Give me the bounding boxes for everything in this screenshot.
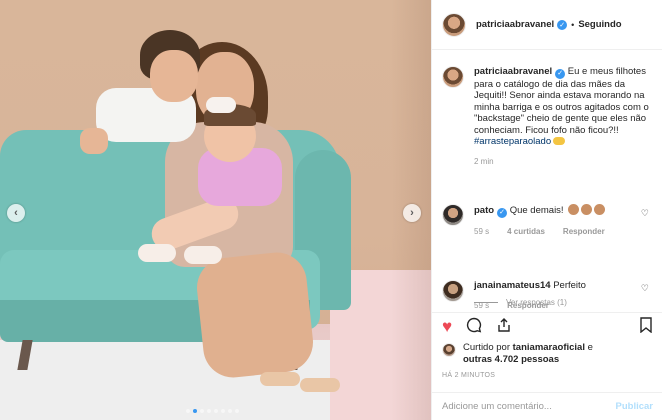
caption-meta: 2 min — [474, 156, 650, 168]
add-comment-bar: Publicar — [432, 392, 662, 420]
share-icon[interactable] — [496, 317, 512, 336]
post-username[interactable]: patriciaabravanel — [476, 19, 554, 30]
clapping-hands-icon — [568, 204, 580, 215]
post-side-panel: patriciaabravanel ✓ • Seguindo patriciaa… — [431, 0, 662, 420]
chevron-left-icon: ‹ — [14, 207, 18, 219]
verified-badge-icon: ✓ — [497, 207, 508, 218]
pointing-hand-icon — [553, 137, 566, 146]
comments-list[interactable]: patriciaabravanel ✓ Eu e meus filhotes pa… — [432, 50, 662, 312]
verified-badge-icon: ✓ — [557, 19, 568, 30]
comment-item: pato ✓ Que demais! 59 s 4 curtidas Respon… — [442, 204, 650, 237]
bookmark-icon[interactable] — [639, 317, 653, 336]
caption-hashtag[interactable]: #arrasteparaolado — [474, 136, 551, 147]
verified-badge-icon: ✓ — [555, 68, 566, 79]
action-bar: ♥ — [432, 312, 662, 340]
carousel-prev-button[interactable]: ‹ — [7, 204, 25, 222]
comment-meta: 59 s Responder — [474, 300, 650, 312]
carousel-dot — [235, 409, 239, 413]
post-photo[interactable]: ‹ › — [0, 0, 431, 420]
following-button[interactable]: Seguindo — [578, 19, 621, 30]
avatar[interactable] — [442, 204, 464, 226]
caption-username[interactable]: patriciaabravanel — [474, 66, 552, 77]
comment-item: janainamateus14 Perfeito 59 s Responder — [442, 280, 650, 311]
carousel-dot — [207, 409, 211, 413]
carousel-indicator — [186, 409, 239, 413]
comment-username[interactable]: janainamateus14 — [474, 280, 551, 291]
caption-time[interactable]: 2 min — [474, 156, 494, 168]
clapping-hands-icon — [594, 204, 606, 215]
comment-input[interactable] — [442, 401, 616, 412]
post-header: patriciaabravanel ✓ • Seguindo — [432, 0, 662, 50]
header-separator: • — [571, 19, 575, 30]
baby-shoe — [184, 246, 222, 264]
carousel-dot — [221, 409, 225, 413]
comment-meta: 59 s 4 curtidas Responder — [474, 226, 650, 238]
baby-bow — [206, 97, 236, 113]
clapping-hands-icon — [581, 204, 593, 215]
liked-by-prefix: Curtido por — [463, 342, 510, 353]
avatar[interactable] — [442, 280, 464, 302]
comment-heart-icon[interactable]: ♡ — [641, 208, 649, 219]
carousel-dot — [186, 409, 190, 413]
woman-legs — [194, 249, 316, 381]
publish-button[interactable]: Publicar — [616, 401, 654, 412]
reply-button[interactable]: Responder — [563, 226, 605, 238]
post-timestamp[interactable]: HÁ 2 MINUTOS — [442, 372, 495, 379]
carousel-dot — [214, 409, 218, 413]
avatar[interactable] — [442, 12, 466, 37]
comment-time[interactable]: 59 s — [474, 226, 489, 238]
comment-username[interactable]: pato — [474, 205, 494, 216]
woman-shoe — [260, 372, 300, 386]
comment-text: Perfeito — [553, 280, 586, 291]
comment-heart-icon[interactable]: ♡ — [641, 283, 649, 294]
chevron-right-icon: › — [410, 207, 414, 219]
carousel-dot — [228, 409, 232, 413]
baby-shoe — [138, 244, 176, 262]
likes-summary: Curtido por taniamaraoficial e outras 4.… — [442, 342, 593, 365]
woman-shoe — [300, 378, 340, 392]
comment-time[interactable]: 59 s — [474, 300, 489, 312]
liked-by-others[interactable]: outras 4.702 pessoas — [463, 354, 559, 365]
avatar[interactable] — [442, 343, 456, 357]
liked-by-user[interactable]: taniamaraoficial — [513, 342, 585, 353]
reply-button[interactable]: Responder — [507, 300, 549, 312]
liked-by-and: e — [587, 342, 593, 353]
carousel-dot — [193, 409, 197, 413]
comment-likes[interactable]: 4 curtidas — [507, 226, 545, 238]
boy-face — [150, 50, 198, 102]
caption: patriciaabravanel ✓ Eu e meus filhotes pa… — [442, 66, 650, 167]
carousel-next-button[interactable]: › — [403, 204, 421, 222]
heart-icon[interactable]: ♥ — [442, 318, 452, 335]
boy-arm — [80, 128, 108, 154]
comment-text: Que demais! — [509, 205, 564, 216]
carousel-dot — [200, 409, 204, 413]
comment-icon[interactable] — [466, 317, 482, 336]
avatar[interactable] — [442, 66, 464, 88]
